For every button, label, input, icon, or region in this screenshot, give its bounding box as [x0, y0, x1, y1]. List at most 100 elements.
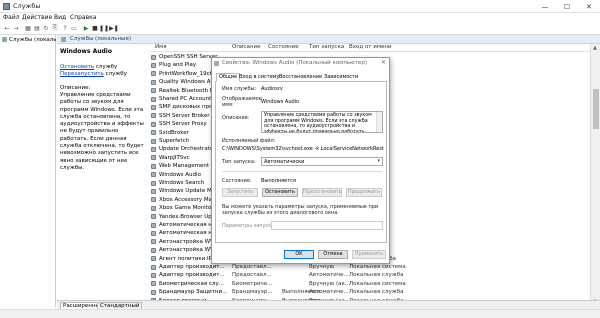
startup-type-label: Тип запуска:: [222, 159, 256, 165]
service-description-cell: Предоставл...: [232, 264, 272, 270]
service-gear-icon: [151, 247, 156, 253]
forward-arrow-icon[interactable]: →: [12, 24, 20, 32]
service-gear-icon: [151, 239, 156, 245]
service-name-cell: Web Management: [159, 163, 209, 170]
tree-item-services-local[interactable]: Службы (локальны: [2, 37, 64, 43]
dialog-close-icon[interactable]: ✕: [381, 59, 386, 66]
dialog-description-label: Описание:: [222, 115, 250, 121]
stop-button[interactable]: Остановить: [262, 188, 298, 197]
help-icon[interactable]: ?: [61, 24, 69, 32]
service-gear-icon: [151, 130, 156, 136]
tab-recovery[interactable]: Восстановление: [277, 74, 324, 80]
service-state-value: Выполняется: [261, 178, 296, 184]
startup-type-select[interactable]: Автоматически ▾: [261, 157, 383, 166]
service-gear-icon: [151, 79, 156, 85]
restart-icon[interactable]: ▶❚: [109, 24, 119, 32]
service-gear-icon: [151, 272, 156, 278]
view-icon[interactable]: ▦: [24, 24, 32, 32]
stop-icon[interactable]: ■: [91, 24, 99, 32]
start-params-input[interactable]: [271, 221, 383, 230]
resume-button[interactable]: Продолжить: [346, 188, 382, 197]
cancel-button[interactable]: Отмена: [318, 250, 348, 259]
apply-button[interactable]: Применить: [352, 250, 386, 259]
service-logon-cell: Локальная служба: [349, 272, 404, 279]
restart-service-line: Перезапустить службу: [60, 71, 127, 77]
service-row[interactable]: Адаптер производит... Предоставл... Автома…: [150, 271, 590, 279]
ok-button[interactable]: ОК: [284, 250, 314, 259]
menu-help[interactable]: Справка: [70, 14, 96, 21]
back-arrow-icon[interactable]: ←: [3, 24, 11, 32]
service-gear-icon: [151, 256, 156, 262]
col-name[interactable]: Имя: [155, 44, 167, 50]
service-gear-icon: [151, 146, 156, 152]
column-headers: Имя Описание Состояние Тип запуска Вход …: [150, 44, 590, 52]
properties-dialog: Свойства: Windows Audio (Локальный компь…: [211, 57, 390, 264]
close-button[interactable]: ✕: [578, 0, 600, 13]
minimize-button[interactable]: —: [534, 0, 556, 13]
display-name-label: Отображаемое имя:: [222, 96, 262, 108]
service-startup-cell: Вручную: [309, 264, 335, 270]
services-app-icon: [3, 3, 10, 10]
menu-action[interactable]: Действие: [22, 14, 52, 21]
tab-dependencies[interactable]: Зависимости: [322, 74, 360, 80]
dialog-general-panel: Имя службы: Audiosrv Отображаемое имя: W…: [215, 82, 387, 243]
dialog-tabs: Общие Вход в систему Восстановление Зави…: [215, 73, 387, 82]
monitor-icon[interactable]: ▭: [70, 24, 78, 32]
service-gear-icon: [151, 222, 156, 228]
window-title: Службы: [13, 2, 41, 10]
description-pane: Windows Audio Остановить службу Перезапу…: [57, 44, 149, 307]
start-button[interactable]: Запустить: [222, 188, 258, 197]
stop-service-line: Остановить службу: [60, 64, 117, 70]
refresh-icon[interactable]: ↻: [42, 24, 50, 32]
pause-icon[interactable]: ❚❚: [99, 24, 109, 32]
service-description-cell: Предоставл...: [232, 272, 272, 279]
menu-file[interactable]: Файл: [3, 14, 20, 21]
col-status[interactable]: Состояние: [268, 44, 299, 50]
menu-view[interactable]: Вид: [54, 14, 66, 21]
maximize-button[interactable]: ☐: [556, 0, 578, 13]
service-gear-icon: [151, 188, 156, 194]
service-name-cell: Windows Search: [159, 180, 205, 186]
service-row[interactable]: Биометрическая слу... Биометриче... Вручну…: [150, 280, 590, 288]
description-label: Описание:: [60, 85, 91, 91]
divider: [222, 171, 382, 172]
pane-header-title: Службы (локальные): [70, 36, 131, 42]
service-startup-cell: Автоматиче...: [309, 272, 349, 279]
start-params-label: Параметры запуска:: [222, 223, 277, 229]
exe-path-label: Исполняемый файл:: [222, 138, 276, 144]
scroll-up-icon[interactable]: ▲: [593, 45, 597, 51]
stop-service-link[interactable]: Остановить: [60, 64, 94, 70]
service-row[interactable]: Брандмауэр Защитни... Брандмауэр... Выполн…: [150, 288, 590, 296]
col-startup[interactable]: Тип запуска: [309, 44, 344, 50]
title-bar: Службы — ☐ ✕: [0, 0, 600, 13]
properties-icon[interactable]: ▤: [33, 24, 41, 32]
play-icon[interactable]: ▶: [82, 24, 90, 32]
start-params-note: Вы можете указать параметры запуска, при…: [222, 204, 379, 216]
service-name-cell: Windows Audio: [159, 171, 201, 178]
service-gear-icon: [151, 264, 156, 270]
dialog-description-box[interactable]: Управление средствами работы со звуком д…: [261, 111, 383, 133]
description-text: Управление средствами работы со звуком д…: [60, 92, 144, 171]
service-gear-icon: [151, 289, 156, 295]
export-icon[interactable]: ⎘: [51, 24, 59, 32]
service-gear-icon: [151, 113, 156, 119]
vertical-scrollbar[interactable]: ▲ ▼: [590, 44, 600, 307]
toolbar: ← → ▦ ▤ ↻ ⎘ ? ▭ ▶ ■ ❚❚ ▶❚: [0, 22, 600, 35]
scroll-thumb[interactable]: [593, 89, 599, 129]
service-name-cell: Plug and Play: [159, 62, 197, 69]
service-gear-icon: [151, 205, 156, 211]
service-row[interactable]: Адаптер производит... Предоставл... Вручну…: [150, 263, 590, 271]
pause-button[interactable]: Приостановить: [302, 188, 342, 197]
service-gear-icon: [151, 155, 156, 161]
service-logon-cell: Локальная система: [349, 264, 406, 270]
description-scrollbar[interactable]: [376, 112, 382, 132]
col-logon[interactable]: Вход от имени: [349, 44, 392, 50]
service-startup-cell: Автоматиче...: [309, 289, 349, 296]
tab-logon[interactable]: Вход в систему: [237, 74, 282, 80]
col-description[interactable]: Описание: [232, 44, 260, 50]
services-gear-icon: [2, 37, 7, 42]
service-gear-icon: [151, 54, 156, 60]
dialog-title: Свойства: Windows Audio (Локальный компь…: [222, 60, 368, 66]
restart-service-link[interactable]: Перезапустить: [60, 71, 104, 77]
service-gear-icon: [151, 197, 156, 203]
